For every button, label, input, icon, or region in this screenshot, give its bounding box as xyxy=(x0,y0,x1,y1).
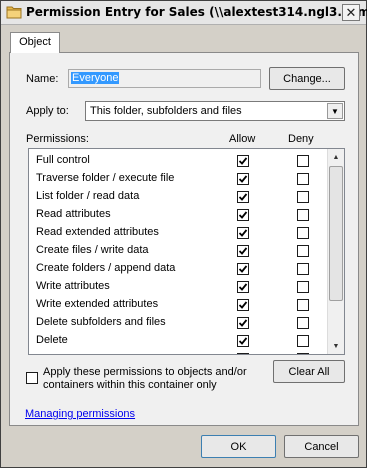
apply-to-children-checkbox[interactable] xyxy=(26,372,38,384)
permission-row xyxy=(29,350,327,354)
ok-button[interactable]: OK xyxy=(201,435,276,458)
permissions-header: Permissions: xyxy=(26,133,89,145)
scroll-up-icon[interactable]: ▲ xyxy=(328,149,344,165)
change-button[interactable]: Change... xyxy=(269,67,345,90)
allow-header: Allow xyxy=(229,133,256,145)
permissions-list[interactable]: Full control Traverse folder / execute fi… xyxy=(28,148,345,355)
permission-label: Read extended attributes xyxy=(36,226,159,238)
allow-checkbox[interactable] xyxy=(237,173,249,185)
cancel-button[interactable]: Cancel xyxy=(284,435,359,458)
deny-checkbox[interactable] xyxy=(297,317,309,329)
deny-checkbox[interactable] xyxy=(297,353,309,354)
permission-row: Write attributes xyxy=(29,278,327,296)
permission-label: Delete xyxy=(36,334,68,346)
apply-to-children-label[interactable]: Apply these permissions to objects and/o… xyxy=(43,366,273,392)
deny-checkbox[interactable] xyxy=(297,227,309,239)
window-title: Permission Entry for Sales (\\alextest31… xyxy=(26,5,367,19)
allow-checkbox[interactable] xyxy=(237,227,249,239)
apply-to-select[interactable]: This folder, subfolders and files ▼ xyxy=(85,101,345,121)
deny-header: Deny xyxy=(288,133,314,145)
name-label: Name: xyxy=(26,73,59,85)
permission-label: Create files / write data xyxy=(36,244,149,256)
allow-checkbox[interactable] xyxy=(237,281,249,293)
permission-label: Traverse folder / execute file xyxy=(36,172,175,184)
allow-checkbox[interactable] xyxy=(237,353,249,354)
permission-row: Write extended attributes xyxy=(29,296,327,314)
tab-object-label: Object xyxy=(19,36,51,48)
folder-icon xyxy=(6,6,22,19)
deny-checkbox[interactable] xyxy=(297,263,309,275)
chevron-down-icon[interactable]: ▼ xyxy=(327,103,343,119)
permission-entry-dialog: Permission Entry for Sales (\\alextest31… xyxy=(0,0,367,468)
allow-checkbox[interactable] xyxy=(237,299,249,311)
deny-checkbox[interactable] xyxy=(297,281,309,293)
permission-row: Read attributes xyxy=(29,206,327,224)
allow-checkbox[interactable] xyxy=(237,335,249,347)
name-field[interactable]: Everyone xyxy=(68,69,261,88)
name-value: Everyone xyxy=(71,72,120,84)
apply-to-value: This folder, subfolders and files xyxy=(90,105,242,117)
deny-checkbox[interactable] xyxy=(297,155,309,167)
permission-row: Traverse folder / execute file xyxy=(29,170,327,188)
deny-checkbox[interactable] xyxy=(297,299,309,311)
scroll-thumb[interactable] xyxy=(329,166,343,301)
allow-checkbox[interactable] xyxy=(237,191,249,203)
permission-row: Create files / write data xyxy=(29,242,327,260)
allow-checkbox[interactable] xyxy=(237,245,249,257)
allow-checkbox[interactable] xyxy=(237,317,249,329)
deny-checkbox[interactable] xyxy=(297,245,309,257)
permission-label: Write extended attributes xyxy=(36,298,159,310)
allow-checkbox[interactable] xyxy=(237,155,249,167)
tab-object[interactable]: Object xyxy=(10,32,60,53)
permission-label: Write attributes xyxy=(36,280,110,292)
permission-row: Full control xyxy=(29,152,327,170)
title-bar[interactable]: Permission Entry for Sales (\\alextest31… xyxy=(1,1,367,25)
permission-row: Create folders / append data xyxy=(29,260,327,278)
managing-permissions-link[interactable]: Managing permissions xyxy=(25,408,135,420)
permission-label: Full control xyxy=(36,154,90,166)
permission-row: List folder / read data xyxy=(29,188,327,206)
permission-row: Delete subfolders and files xyxy=(29,314,327,332)
allow-checkbox[interactable] xyxy=(237,263,249,275)
close-button[interactable]: ✕ xyxy=(342,4,360,21)
deny-checkbox[interactable] xyxy=(297,191,309,203)
permission-label: Create folders / append data xyxy=(36,262,176,274)
permission-row: Read extended attributes xyxy=(29,224,327,242)
close-icon: ✕ xyxy=(345,5,357,20)
deny-checkbox[interactable] xyxy=(297,209,309,221)
permission-row: Delete xyxy=(29,332,327,350)
deny-checkbox[interactable] xyxy=(297,173,309,185)
allow-checkbox[interactable] xyxy=(237,209,249,221)
apply-to-label: Apply to: xyxy=(26,105,69,117)
permission-label: Read attributes xyxy=(36,208,111,220)
permissions-scrollbar[interactable]: ▲ ▼ xyxy=(327,149,344,354)
deny-checkbox[interactable] xyxy=(297,335,309,347)
permission-label: List folder / read data xyxy=(36,190,140,202)
scroll-down-icon[interactable]: ▼ xyxy=(328,338,344,354)
clear-all-button[interactable]: Clear All xyxy=(273,360,345,383)
permission-label: Delete subfolders and files xyxy=(36,316,166,328)
